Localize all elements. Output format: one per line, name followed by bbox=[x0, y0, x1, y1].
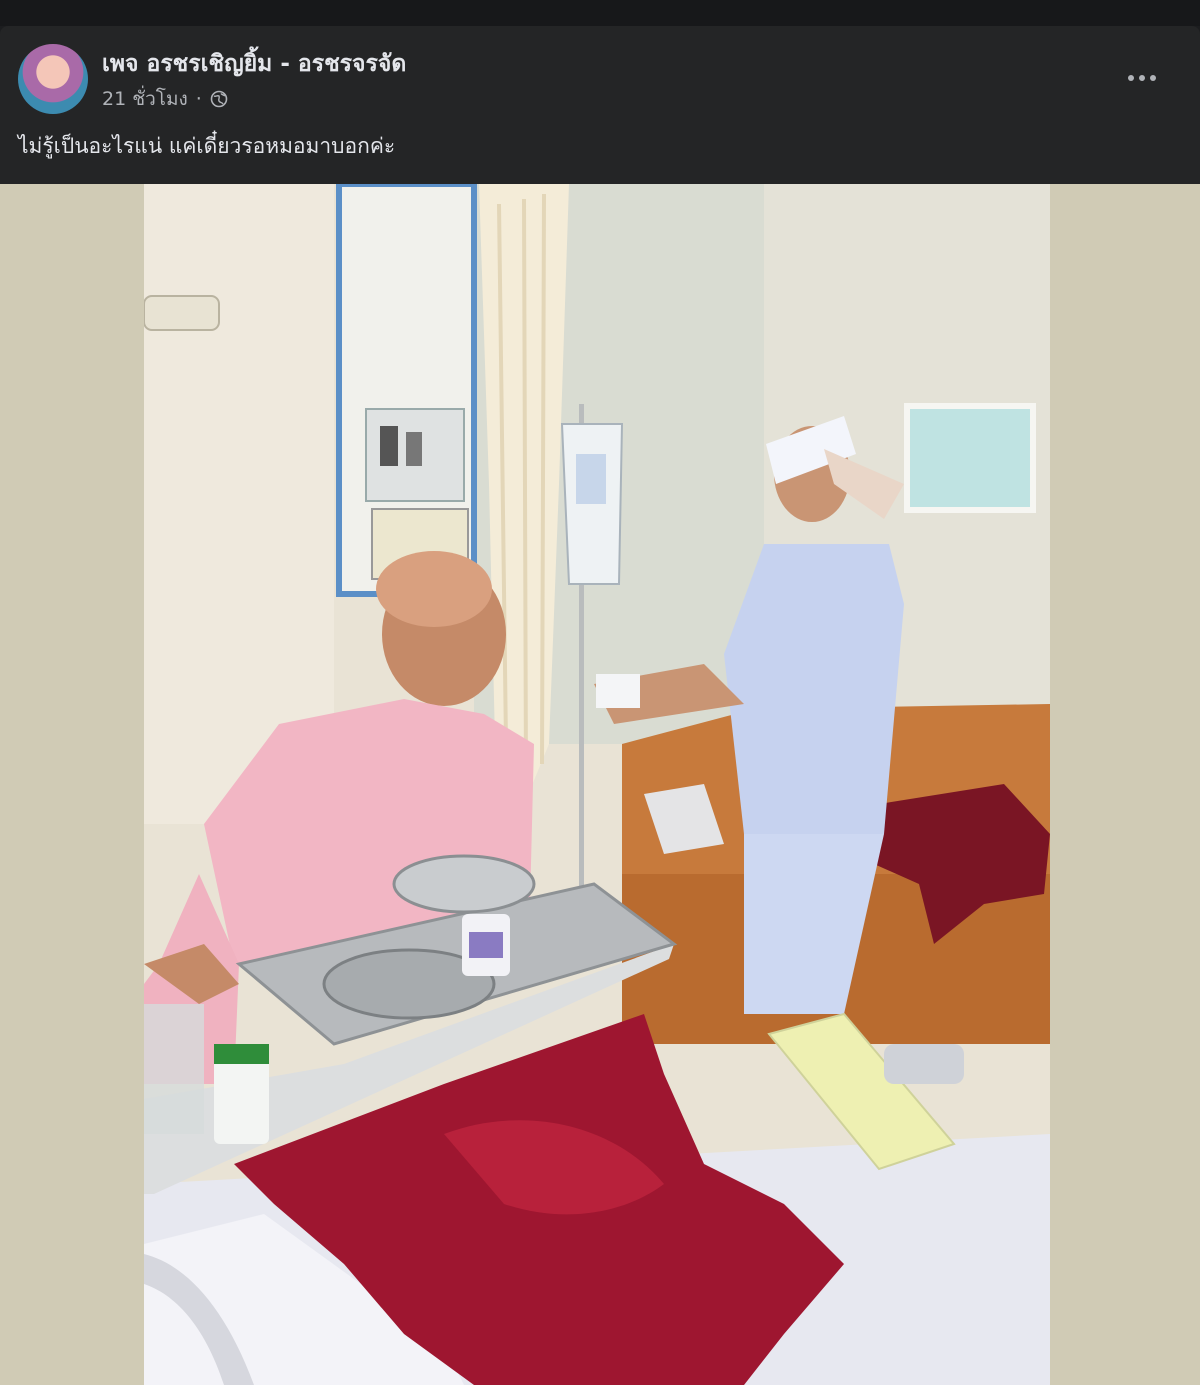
post-header: เพจ อรชรเชิญยิ้ม - อรชรจรจัด 21 ชั่วโมง … bbox=[0, 26, 1200, 184]
top-strip bbox=[0, 0, 1200, 26]
post-caption: ไม่รู้เป็นอะไรแน่ แค่เดี๋ยวรอหมอมาบอกค่ะ bbox=[18, 134, 396, 158]
author-name-link[interactable]: เพจ อรชรเชิญยิ้ม - อรชรจรจัด bbox=[102, 46, 406, 82]
page-avatar[interactable] bbox=[18, 44, 88, 114]
meta-separator: · bbox=[195, 88, 202, 110]
post-meta: 21 ชั่วโมง · bbox=[102, 84, 228, 114]
globe-icon[interactable] bbox=[210, 90, 228, 108]
facebook-post: เพจ อรชรเชิญยิ้ม - อรชรจรจัด 21 ชั่วโมง … bbox=[0, 26, 1200, 1385]
more-options-icon bbox=[1128, 75, 1156, 81]
post-timestamp[interactable]: 21 ชั่วโมง bbox=[102, 84, 188, 114]
hospital-room-photo bbox=[144, 184, 1050, 1385]
post-media[interactable] bbox=[0, 184, 1200, 1385]
more-options-button[interactable] bbox=[1118, 58, 1166, 98]
